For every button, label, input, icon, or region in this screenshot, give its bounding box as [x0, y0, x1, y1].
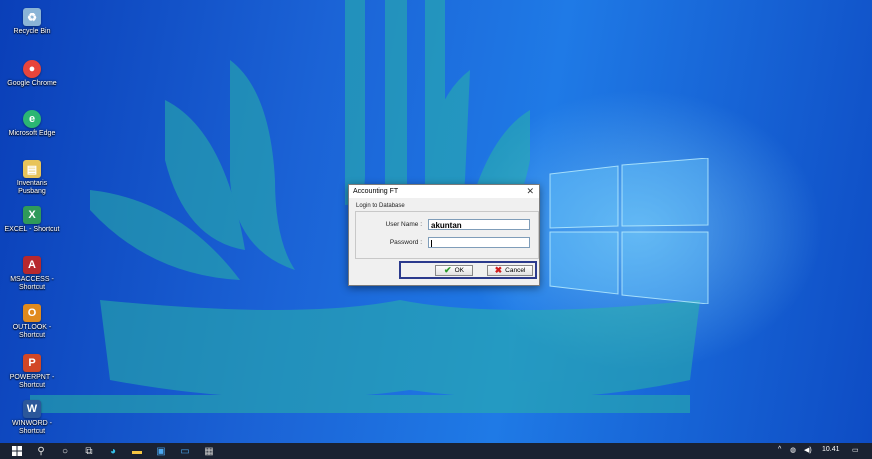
outlook-icon: O — [23, 304, 41, 322]
search-icon[interactable]: ⚲ — [34, 445, 48, 457]
ok-button-label: OK — [454, 267, 464, 274]
password-field[interactable] — [428, 237, 530, 248]
edge-icon[interactable]: ◕ — [106, 445, 120, 457]
app-icon: ▤ — [23, 160, 41, 178]
desktop-icon-powerpoint[interactable]: P POWERPNT - Shortcut — [4, 354, 60, 390]
login-frame: User Name : akuntan Password : — [355, 211, 539, 259]
start-icon[interactable] — [10, 445, 24, 457]
dialog-title: Accounting FT — [353, 188, 399, 195]
close-icon[interactable]: ✕ — [526, 186, 534, 197]
desktop-icon-chrome[interactable]: ● Google Chrome — [4, 60, 60, 88]
desktop-icon-outlook[interactable]: O OUTLOOK - Shortcut — [4, 304, 60, 340]
mail-icon[interactable]: ▭ — [178, 445, 192, 457]
login-dialog: Accounting FT ✕ Login to Database User N… — [348, 184, 540, 286]
section-label: Login to Database — [356, 203, 405, 209]
taskbar: ⚲ ○ ⧉ ◕ ▬ ▣ ▭ ▦ ^ ◍ ◀) 10.41 ▭ — [0, 443, 872, 459]
excel-icon: X — [23, 206, 41, 224]
store-icon[interactable]: ▣ — [154, 445, 168, 457]
cancel-button[interactable]: ✖ Cancel — [487, 265, 533, 276]
file-explorer-icon[interactable]: ▬ — [130, 445, 144, 457]
desktop-icon-label: MSACCESS - Shortcut — [10, 276, 54, 291]
desktop-icon-access[interactable]: A MSACCESS - Shortcut — [4, 256, 60, 292]
desktop-icon-edge[interactable]: e Microsoft Edge — [4, 110, 60, 138]
app-icon[interactable]: ▦ — [202, 445, 216, 457]
recycle-bin-icon: ♻ — [23, 8, 41, 26]
network-icon[interactable]: ◍ — [790, 446, 796, 454]
cancel-button-label: Cancel — [505, 267, 526, 274]
dialog-titlebar[interactable]: Accounting FT ✕ — [349, 185, 539, 198]
password-label: Password : — [389, 239, 422, 246]
ok-button[interactable]: ✔ OK — [435, 265, 473, 276]
desktop-icon-label: Google Chrome — [7, 80, 57, 87]
desktop-icon-inventaris[interactable]: ▤ Inventaris Pusbang — [4, 160, 60, 196]
desktop-icon-label: POWERPNT - Shortcut — [9, 374, 55, 389]
tray-chevron-icon[interactable]: ^ — [778, 446, 781, 453]
button-group: ✔ OK ✖ Cancel — [399, 261, 537, 279]
desktop: ♻ Recycle Bin ● Google Chrome e Microsof… — [0, 0, 872, 443]
cancel-x-icon: ✖ — [494, 265, 503, 275]
dialog-body: Login to Database User Name : akuntan Pa… — [352, 201, 539, 282]
cortana-icon[interactable]: ○ — [58, 445, 72, 457]
desktop-icon-label: Inventaris Pusbang — [16, 180, 48, 195]
desktop-icon-excel[interactable]: X EXCEL - Shortcut — [4, 206, 60, 234]
notification-icon[interactable]: ▭ — [852, 446, 859, 454]
volume-icon[interactable]: ◀) — [804, 446, 812, 454]
desktop-icon-label: Microsoft Edge — [8, 130, 56, 137]
edge-icon: e — [23, 110, 41, 128]
clock[interactable]: 10.41 — [822, 446, 840, 453]
task-view-icon[interactable]: ⧉ — [82, 445, 96, 457]
desktop-icon-label: EXCEL - Shortcut — [4, 226, 60, 233]
chrome-icon: ● — [23, 60, 41, 78]
desktop-icon-word[interactable]: W WINWORD - Shortcut — [4, 400, 60, 436]
username-label: User Name : — [385, 221, 422, 228]
desktop-icon-label: Recycle Bin — [13, 28, 51, 35]
access-icon: A — [23, 256, 41, 274]
username-field[interactable]: akuntan — [428, 219, 530, 230]
desktop-icon-recycle-bin[interactable]: ♻ Recycle Bin — [4, 8, 60, 36]
word-icon: W — [23, 400, 41, 418]
checkmark-icon: ✔ — [444, 265, 452, 275]
desktop-icon-label: OUTLOOK - Shortcut — [12, 324, 52, 339]
windows-logo-graphic — [549, 158, 709, 304]
text-caret — [431, 240, 432, 247]
desktop-icon-label: WINWORD - Shortcut — [11, 420, 53, 435]
powerpoint-icon: P — [23, 354, 41, 372]
